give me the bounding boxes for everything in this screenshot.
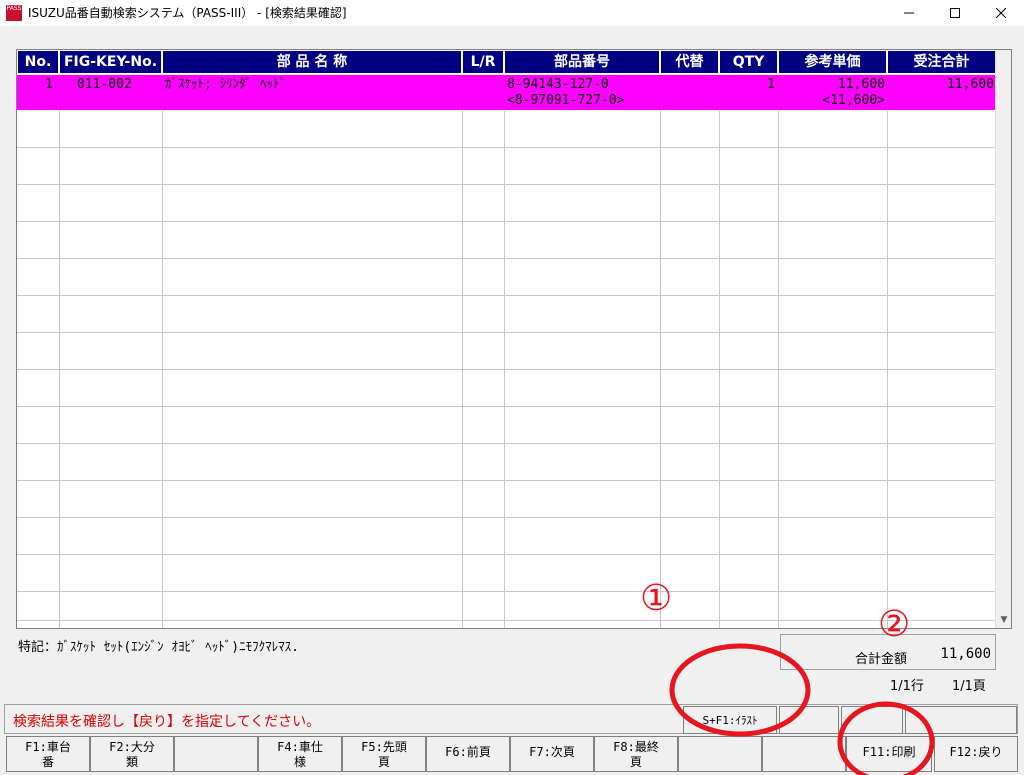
f4-label-line2: 様 <box>293 755 306 769</box>
f4-vehicle-spec-button[interactable]: F4:車仕 様 <box>258 736 342 772</box>
grid-line <box>17 295 997 296</box>
f1-label-line2: 番 <box>41 755 54 769</box>
special-note: 特記：ｶﾞｽｹｯﾄ ｾｯﾄ(ｴﾝｼﾞﾝ ｵﾖﾋﾞ ﾍｯﾄﾞ)ﾆﾓﾌｸﾏﾚﾏｽ. <box>18 640 299 655</box>
minimize-icon <box>904 12 914 14</box>
f9-empty-button[interactable] <box>678 736 762 772</box>
cell-unit-price-alt: <11,600> <box>822 93 885 108</box>
shift-key-empty-button[interactable] <box>905 706 1017 734</box>
grid-line <box>462 110 463 628</box>
f5-label-line2: 頁 <box>377 755 390 769</box>
f8-last-page-button[interactable]: F8:最終 頁 <box>594 736 678 772</box>
f2-major-category-button[interactable]: F2:大分 類 <box>90 736 174 772</box>
grid-line <box>59 110 60 628</box>
maximize-button[interactable] <box>932 0 978 26</box>
message-bar: 検索結果を確認し【戻り】を指定してください。 S+F1:ｲﾗｽﾄ <box>4 704 1018 734</box>
column-header-lr[interactable]: L/R <box>463 51 505 73</box>
minimize-button[interactable] <box>886 0 932 26</box>
grid-line <box>17 332 997 333</box>
column-header-no[interactable]: No. <box>18 51 60 73</box>
grid-line <box>719 110 720 628</box>
cell-part-name: ｶﾞｽｹｯﾄ; ｼﾘﾝﾀﾞ ﾍｯﾄﾞ <box>165 77 286 92</box>
grid-header: No. FIG-KEY-No. 部 品 名 称 L/R 部品番号 代替 QTY … <box>17 50 997 73</box>
grid-line <box>504 110 505 628</box>
result-grid[interactable]: No. FIG-KEY-No. 部 品 名 称 L/R 部品番号 代替 QTY … <box>16 49 1012 629</box>
f7-label: F7:次頁 <box>529 745 575 759</box>
shift-f1-illustration-button[interactable]: S+F1:ｲﾗｽﾄ <box>683 706 777 734</box>
grid-line <box>17 443 997 444</box>
f10-empty-button[interactable] <box>762 736 846 772</box>
column-header-qty[interactable]: QTY <box>720 51 779 73</box>
cell-qty: 1 <box>767 77 775 92</box>
column-header-fig-key[interactable]: FIG-KEY-No. <box>60 51 163 73</box>
grid-line <box>17 620 997 621</box>
app-window: PASS ISUZU品番自動検索システム（PASS-III） - [検索結果確認… <box>0 0 1024 775</box>
grid-line <box>887 110 888 628</box>
grid-line <box>162 110 163 628</box>
status-message: 検索結果を確認し【戻り】を指定してください。 <box>13 714 321 730</box>
scroll-down-arrow-icon[interactable]: ▼ <box>996 612 1011 628</box>
grid-line <box>17 591 997 592</box>
f7-next-page-button[interactable]: F7:次頁 <box>510 736 594 772</box>
grid-line <box>17 517 997 518</box>
f8-label-line2: 頁 <box>629 755 642 769</box>
cell-fig-key: 011-002 <box>77 77 132 92</box>
grid-line <box>17 480 997 481</box>
title-bar: PASS ISUZU品番自動検索システム（PASS-III） - [検索結果確認… <box>0 0 1024 26</box>
cell-part-number-alt: <8-97091-727-0> <box>507 93 625 108</box>
column-header-unit-price[interactable]: 参考単価 <box>779 51 888 73</box>
f8-label: F8:最終 <box>613 740 659 754</box>
window-title: ISUZU品番自動検索システム（PASS-III） - [検索結果確認] <box>28 6 347 20</box>
f2-label: F2:大分 <box>109 740 155 754</box>
close-button[interactable] <box>978 0 1024 26</box>
cell-no: 1 <box>45 77 53 92</box>
grid-line <box>17 184 997 185</box>
maximize-icon <box>950 8 960 18</box>
f11-print-button[interactable]: F11:印刷 <box>846 736 932 772</box>
vertical-scrollbar[interactable]: ▼ <box>995 50 1011 628</box>
f12-label: F12:戻り <box>949 745 1003 759</box>
f6-label: F6:前頁 <box>445 745 491 759</box>
f5-first-page-button[interactable]: F5:先頭 頁 <box>342 736 426 772</box>
cell-part-number: 8-94143-127-0 <box>507 77 609 92</box>
column-header-part-name[interactable]: 部 品 名 称 <box>163 51 463 73</box>
f11-label: F11:印刷 <box>862 745 916 759</box>
f2-label-line2: 類 <box>125 755 138 769</box>
grid-line <box>17 369 997 370</box>
total-amount-label: 合計金額 <box>855 652 908 667</box>
f5-label: F5:先頭 <box>361 740 407 754</box>
total-amount-value: 11,600 <box>940 646 991 662</box>
grid-line <box>17 406 997 407</box>
table-row[interactable]: 1 011-002 ｶﾞｽｹｯﾄ; ｼﾘﾝﾀﾞ ﾍｯﾄﾞ 8-94143-127… <box>17 75 997 110</box>
grid-line <box>17 147 997 148</box>
close-icon <box>995 7 1007 19</box>
annotation-number-two: ② <box>878 604 911 645</box>
function-key-bar: F1:車台 番 F2:大分 類 F4:車仕 様 F5:先頭 頁 F6:前頁 F7… <box>4 736 1018 772</box>
app-icon: PASS <box>6 5 22 21</box>
f3-empty-button[interactable] <box>174 736 258 772</box>
grid-line <box>17 221 997 222</box>
f4-label: F4:車仕 <box>277 740 323 754</box>
page-counter: 1/1頁 <box>952 679 986 694</box>
f6-prev-page-button[interactable]: F6:前頁 <box>426 736 510 772</box>
row-counter: 1/1行 <box>890 679 924 694</box>
app-icon-label: PASS <box>6 5 22 12</box>
shift-key-empty-button[interactable] <box>779 706 839 734</box>
column-header-substitute[interactable]: 代替 <box>661 51 720 73</box>
cell-order-total: 11,600 <box>947 77 994 92</box>
grid-line <box>17 554 997 555</box>
column-header-order-total[interactable]: 受注合計 <box>888 51 997 73</box>
column-header-part-number[interactable]: 部品番号 <box>505 51 661 73</box>
f1-label: F1:車台 <box>25 740 71 754</box>
cell-unit-price: 11,600 <box>838 77 885 92</box>
shift-key-empty-button[interactable] <box>841 706 903 734</box>
grid-line <box>778 110 779 628</box>
grid-line <box>17 258 997 259</box>
f1-chassis-number-button[interactable]: F1:車台 番 <box>6 736 90 772</box>
annotation-number-one: ① <box>640 578 673 619</box>
grid-line <box>660 110 661 628</box>
f12-return-button[interactable]: F12:戻り <box>934 736 1018 772</box>
